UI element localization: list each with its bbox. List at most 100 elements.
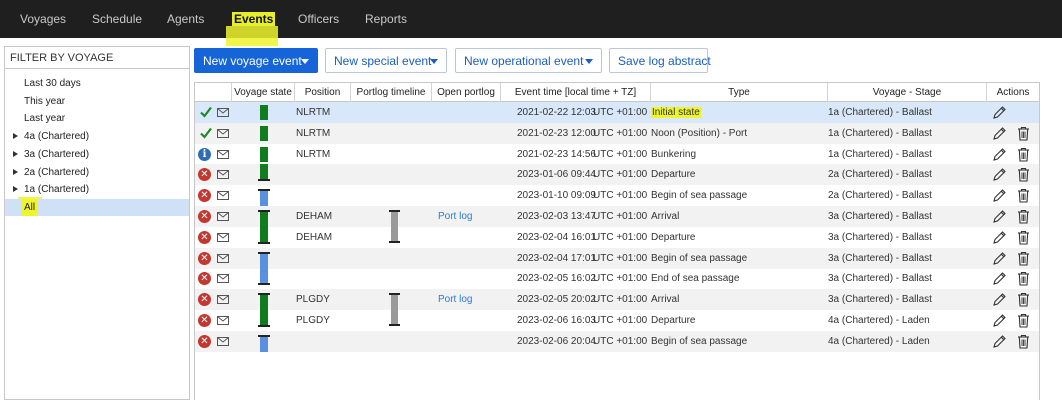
- table-row[interactable]: ✕ 2023-01-10 09:09 UTC +01:00 Begin of sea …: [195, 185, 1039, 207]
- envelope-icon[interactable]: [217, 253, 229, 263]
- nav-schedule[interactable]: Schedule: [92, 0, 142, 38]
- col-portlog-timeline[interactable]: Portlog timeline: [351, 83, 432, 102]
- trash-icon[interactable]: [1017, 271, 1030, 286]
- edit-pencil-icon[interactable]: [992, 230, 1007, 245]
- table-row[interactable]: i NLRTM 2021-02-23 14:56 UTC +01:00 Bunkerin…: [195, 144, 1039, 165]
- trash-icon[interactable]: [1017, 126, 1030, 141]
- envelope-icon[interactable]: [217, 128, 229, 138]
- filter-item[interactable]: This year: [5, 93, 189, 110]
- voyage-state-bar: [260, 105, 268, 120]
- new-voyage-event-button[interactable]: New voyage event: [194, 48, 318, 73]
- filter-item[interactable]: 3a (Chartered): [5, 146, 189, 163]
- trash-icon[interactable]: [1017, 167, 1030, 182]
- edit-pencil-icon[interactable]: [992, 126, 1007, 141]
- table-row[interactable]: ✕ PLGDY Port log 2023-02-05 20:02 UTC +01:00…: [195, 289, 1039, 311]
- chevron-right-icon[interactable]: [13, 168, 18, 175]
- table-row[interactable]: ✕ PLGDY 2023-02-06 16:03 UTC +01:00 Departur…: [195, 310, 1039, 331]
- nav-voyages[interactable]: Voyages: [20, 0, 66, 38]
- edit-pencil-icon[interactable]: [992, 313, 1007, 328]
- type-cell: Begin of sea passage: [651, 190, 748, 202]
- voyage-stage-cell: 3a (Chartered) - Ballast: [828, 273, 932, 285]
- table-row[interactable]: ✕ 2023-02-04 17:01 UTC +01:00 Begin of sea …: [195, 247, 1039, 269]
- edit-pencil-icon[interactable]: [992, 188, 1007, 203]
- envelope-icon[interactable]: [217, 336, 229, 346]
- trash-icon[interactable]: [1017, 209, 1030, 224]
- edit-pencil-icon[interactable]: [992, 271, 1007, 286]
- col-actions[interactable]: Actions: [987, 83, 1039, 102]
- edit-pencil-icon[interactable]: [992, 292, 1007, 307]
- event-time-cell: 2023-01-10 09:09: [517, 190, 596, 202]
- trash-icon[interactable]: [1017, 292, 1030, 307]
- timezone-cell: UTC +01:00: [593, 294, 648, 306]
- trash-icon[interactable]: [1017, 147, 1030, 162]
- type-cell: Departure: [651, 315, 696, 326]
- envelope-icon[interactable]: [217, 212, 229, 221]
- error-icon: ✕: [198, 272, 211, 286]
- envelope-icon[interactable]: [217, 274, 229, 284]
- edit-pencil-icon[interactable]: [992, 167, 1007, 182]
- envelope-icon[interactable]: [217, 232, 229, 242]
- col-voyage-stage[interactable]: Voyage - Stage: [828, 83, 987, 102]
- port-log-link[interactable]: Port log: [438, 206, 472, 227]
- col-open-portlog[interactable]: Open portlog: [432, 83, 501, 102]
- col-event-time[interactable]: Event time [local time + TZ]: [501, 83, 651, 102]
- filter-item[interactable]: Last 30 days: [5, 75, 189, 92]
- chevron-right-icon[interactable]: [13, 133, 18, 140]
- envelope-icon[interactable]: [217, 170, 229, 180]
- voyage-stage-cell: 3a (Chartered) - Ballast: [828, 294, 932, 306]
- table-row[interactable]: NLRTM 2021-02-23 12:00 UTC +01:00 Noon (Pos…: [195, 122, 1039, 144]
- new-voyage-event-label: New voyage event: [203, 54, 302, 68]
- envelope-icon[interactable]: [217, 316, 229, 325]
- edit-pencil-icon[interactable]: [992, 209, 1007, 224]
- envelope-icon[interactable]: [217, 295, 229, 305]
- trash-icon[interactable]: [1017, 188, 1030, 203]
- filter-item[interactable]: 1a (Chartered): [5, 181, 189, 198]
- table-row[interactable]: NLRTM 2021-02-22 12:03 UTC +01:00 Initial s…: [195, 102, 1039, 123]
- nav-officers[interactable]: Officers: [298, 0, 339, 38]
- filter-item[interactable]: 4a (Chartered): [5, 128, 189, 145]
- state-cap: [258, 293, 270, 296]
- voyage-state-bar: [260, 211, 268, 227]
- col-position[interactable]: Position: [295, 83, 351, 102]
- table-row[interactable]: ✕ 2023-02-05 16:02 UTC +01:00 End of sea pa…: [195, 268, 1039, 289]
- filter-item[interactable]: 2a (Chartered): [5, 164, 189, 181]
- nav-events[interactable]: Events: [232, 0, 276, 38]
- save-log-abstract-button[interactable]: Save log abstract: [609, 48, 711, 73]
- trash-icon[interactable]: [1017, 334, 1030, 349]
- trash-icon[interactable]: [1017, 230, 1030, 245]
- col-voyage-state[interactable]: Voyage state: [232, 83, 295, 102]
- new-operational-event-button[interactable]: New operational event: [455, 48, 602, 73]
- chevron-right-icon[interactable]: [13, 150, 18, 157]
- edit-pencil-icon[interactable]: [992, 251, 1007, 266]
- trash-icon[interactable]: [1017, 251, 1030, 266]
- envelope-icon[interactable]: [217, 149, 229, 159]
- table-row[interactable]: ✕ DEHAM Port log 2023-02-03 13:47 UTC +01:00…: [195, 206, 1039, 227]
- timezone-cell: UTC +01:00: [593, 231, 648, 243]
- table-row[interactable]: ✕ DEHAM 2023-02-04 16:01 UTC +01:00 Departur…: [195, 226, 1039, 248]
- nav-agents[interactable]: Agents: [167, 0, 204, 38]
- portlog-cap: [389, 240, 400, 243]
- filter-item[interactable]: All: [5, 198, 189, 216]
- save-log-abstract-label: Save log abstract: [618, 54, 711, 68]
- error-icon: ✕: [198, 314, 211, 327]
- chevron-right-icon[interactable]: [13, 186, 18, 193]
- edit-pencil-icon[interactable]: [992, 105, 1007, 120]
- trash-icon[interactable]: [1017, 313, 1030, 328]
- new-special-event-button[interactable]: New special event: [325, 48, 447, 73]
- port-log-link[interactable]: Port log: [438, 289, 472, 310]
- edit-pencil-icon[interactable]: [992, 334, 1007, 349]
- check-icon: [200, 127, 212, 139]
- table-row[interactable]: ✕ 2023-01-06 09:44 UTC +01:00 Departure 2a (…: [195, 164, 1039, 186]
- filter-item[interactable]: Last year: [5, 110, 189, 127]
- edit-pencil-icon[interactable]: [992, 147, 1007, 162]
- envelope-icon[interactable]: [217, 191, 229, 201]
- voyage-stage-cell: 3a (Chartered) - Ballast: [828, 211, 932, 222]
- error-icon: ✕: [198, 334, 211, 348]
- voyage-state-bar: [260, 294, 268, 311]
- table-row[interactable]: ✕ 2023-02-06 20:04 UTC +01:00 Begin of sea …: [195, 330, 1039, 352]
- event-time-cell: 2023-01-06 09:44: [517, 169, 596, 181]
- envelope-icon[interactable]: [217, 108, 229, 117]
- event-time-cell: 2023-02-03 13:47: [517, 211, 596, 222]
- col-type[interactable]: Type: [651, 83, 828, 102]
- nav-reports[interactable]: Reports: [365, 0, 407, 38]
